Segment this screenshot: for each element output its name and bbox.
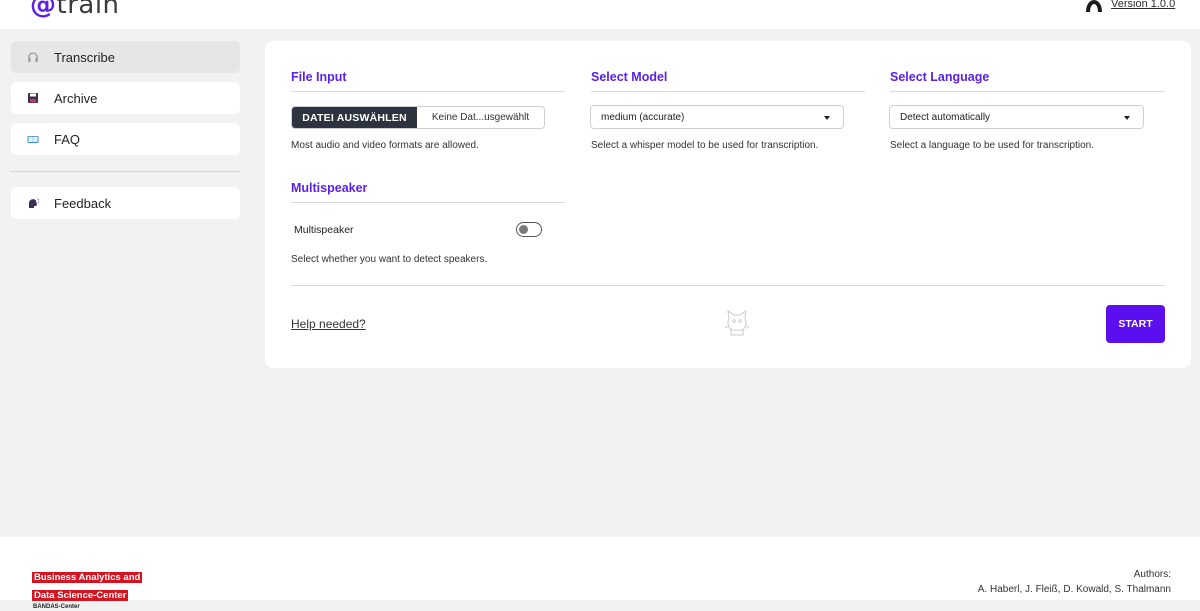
footer: Business Analytics and Data Science-Cent… (0, 537, 1200, 610)
transcribe-form-card: File Input DATEI AUSWÄHLEN Keine Dat...u… (265, 41, 1191, 368)
version-link[interactable]: Version 1.0.0 (1111, 0, 1175, 10)
file-input-help: Most audio and video formats are allowed… (291, 140, 479, 151)
org-name-line1: Business Analytics and (32, 572, 143, 583)
model-select-value: medium (accurate) (601, 112, 685, 123)
file-input[interactable]: DATEI AUSWÄHLEN Keine Dat...usgewählt (291, 106, 545, 129)
sidebar-item-feedback[interactable]: Feedback (11, 187, 240, 219)
section-divider (591, 91, 865, 92)
multispeaker-title: Multispeaker (291, 181, 368, 195)
section-divider (890, 91, 1165, 92)
sidebar-item-label: Feedback (54, 196, 112, 211)
app-logo[interactable]: @train (30, 0, 120, 20)
sidebar-item-label: FAQ (54, 132, 81, 147)
book-icon (27, 136, 39, 143)
form-footer-divider (291, 285, 1165, 286)
help-link[interactable]: Help needed? (291, 317, 366, 331)
bandas-logo[interactable]: Business Analytics and Data Science-Cent… (32, 567, 150, 611)
selected-file-name: Keine Dat...usgewählt (431, 112, 530, 123)
model-select-help: Select a whisper model to be used for tr… (591, 140, 819, 151)
model-select[interactable]: medium (accurate) (590, 105, 844, 129)
section-divider (291, 202, 565, 203)
language-select-help: Select a language to be used for transcr… (890, 140, 1095, 151)
multispeaker-toggle[interactable] (516, 222, 542, 237)
file-input-title: File Input (291, 70, 347, 84)
speaking-head-icon (29, 198, 39, 208)
org-name-line3: BANDAS-Center (33, 604, 80, 610)
select-model-title: Select Model (591, 70, 668, 84)
start-button[interactable]: START (1106, 305, 1165, 343)
sidebar-divider (11, 171, 240, 172)
authors-names: A. Haberl, J. Fleiß, D. Kowald, S. Thalm… (977, 584, 1171, 595)
headphones-icon (28, 52, 38, 62)
cat-mascot-icon (725, 309, 749, 336)
language-select[interactable]: Detect automatically (889, 105, 1144, 129)
toggle-knob (519, 225, 528, 234)
sidebar-item-faq[interactable]: FAQ (11, 123, 240, 155)
github-icon[interactable] (1084, 0, 1104, 12)
logo-text: train (56, 0, 120, 20)
select-language-title: Select Language (890, 70, 990, 84)
caret-down-icon (1124, 116, 1130, 120)
org-name-line2: Data Science-Center (32, 590, 129, 601)
top-bar: @train Version 1.0.0 (0, 0, 1200, 29)
authors-title: Authors: (1133, 569, 1171, 580)
language-select-value: Detect automatically (900, 112, 991, 123)
caret-down-icon (824, 116, 830, 120)
sidebar-item-transcribe[interactable]: Transcribe (11, 41, 240, 73)
multispeaker-toggle-label: Multispeaker (294, 224, 354, 236)
save-icon (28, 93, 38, 103)
multispeaker-help: Select whether you want to detect speake… (291, 254, 488, 265)
sidebar-item-label: Archive (54, 91, 98, 106)
sidebar-item-label: Transcribe (54, 50, 115, 65)
sidebar-item-archive[interactable]: Archive (11, 82, 240, 114)
choose-file-button[interactable]: DATEI AUSWÄHLEN (292, 107, 417, 128)
logo-at-symbol: @ (30, 0, 57, 20)
section-divider (291, 91, 565, 92)
